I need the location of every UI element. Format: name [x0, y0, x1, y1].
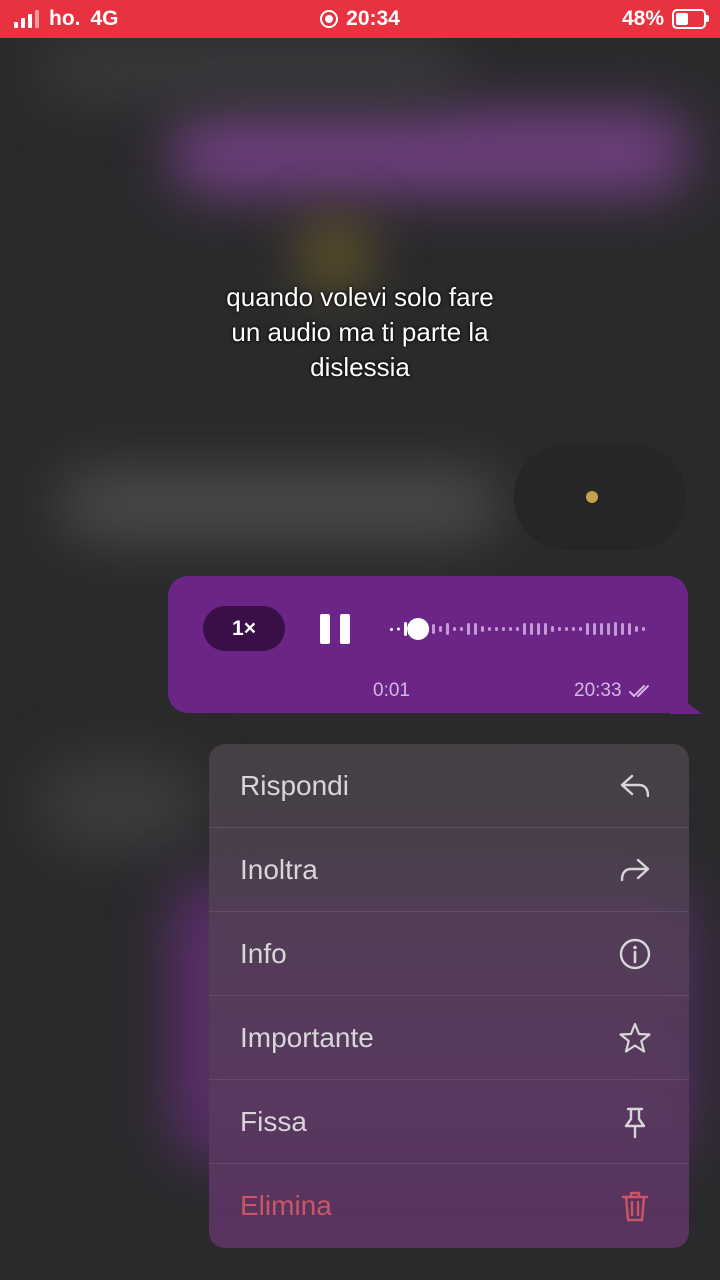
voice-message-bubble[interactable]: 1× 0:01 20:33 [168, 576, 688, 713]
menu-item-label: Elimina [240, 1190, 332, 1221]
battery-icon [672, 9, 709, 29]
audio-waveform-scrubber[interactable] [386, 614, 658, 644]
waveform-bar [621, 623, 624, 635]
menu-item-delete[interactable]: Elimina [209, 1164, 689, 1248]
pause-icon [320, 614, 330, 644]
forward-icon [620, 858, 650, 881]
waveform-bar [586, 623, 589, 635]
menu-item-label: Inoltra [240, 853, 318, 885]
waveform-bar [593, 623, 596, 635]
screen-recording-icon [320, 10, 339, 28]
waveform-bar [502, 627, 505, 631]
waveform-bar [565, 627, 568, 631]
waveform-bar [572, 627, 575, 631]
caption-line: dislessia [310, 352, 410, 382]
waveform-bar [488, 627, 491, 631]
menu-item-reply[interactable]: Rispondi [209, 744, 689, 828]
clock: 20:34 [346, 7, 400, 30]
video-caption: quando volevi solo fare un audio ma ti p… [160, 280, 560, 385]
menu-item-label: Info [240, 937, 287, 969]
waveform-bar [390, 628, 393, 631]
waveform-bar [397, 627, 400, 631]
pause-button[interactable] [320, 614, 350, 644]
reply-icon [620, 774, 650, 797]
caption-line: un audio ma ti parte la [231, 317, 489, 347]
trash-icon [621, 1191, 649, 1222]
scrubber-knob[interactable] [407, 618, 430, 640]
playback-speed-button[interactable]: 1× [203, 606, 285, 651]
waveform-bar [467, 623, 470, 635]
waveform-bar [460, 627, 463, 631]
double-check-icon [628, 685, 649, 698]
emoji-message-bubble [514, 444, 686, 550]
battery-percent: 48% [621, 7, 664, 30]
sent-time: 20:33 [574, 680, 622, 701]
message-timestamp: 20:33 [574, 680, 656, 702]
caption-line: quando volevi solo fare [226, 282, 494, 312]
waveform-bar [509, 627, 512, 631]
info-icon [619, 938, 651, 969]
menu-item-info[interactable]: Info [209, 912, 689, 996]
waveform-bar [551, 626, 554, 632]
pin-icon [624, 1107, 646, 1138]
waveform-bar [600, 623, 603, 635]
waveform-bar [628, 623, 631, 635]
waveform-bar [453, 627, 456, 631]
status-bar: ho. 4G 20:34 48% [0, 0, 720, 38]
star-icon [619, 1022, 651, 1053]
waveform-bar [481, 626, 484, 632]
waveform-bar [537, 623, 540, 635]
waveform-bar [404, 622, 407, 636]
message-context-menu: Rispondi Inoltra Info Importante Fissa E… [209, 744, 689, 1248]
menu-item-label: Importante [240, 1021, 374, 1053]
waveform-bar [642, 627, 645, 631]
waveform-bar [523, 623, 526, 635]
emoji-icon [586, 491, 598, 503]
waveform-bar [474, 623, 477, 635]
menu-item-pin[interactable]: Fissa [209, 1080, 689, 1164]
waveform-bar [558, 627, 561, 631]
waveform-bar [439, 626, 442, 632]
waveform-bar [432, 624, 435, 634]
waveform-bar [446, 623, 449, 635]
waveform-bar [544, 623, 547, 635]
waveform-bar [614, 622, 617, 636]
menu-item-label: Fissa [240, 1105, 307, 1137]
waveform-bar [516, 627, 519, 631]
menu-item-label: Rispondi [240, 769, 349, 801]
waveform-bar [635, 626, 638, 632]
menu-item-important[interactable]: Importante [209, 996, 689, 1080]
menu-item-forward[interactable]: Inoltra [209, 828, 689, 912]
waveform-bar [579, 627, 582, 631]
waveform-bar [607, 623, 610, 635]
waveform-bar [495, 627, 498, 631]
waveform-bar [530, 623, 533, 635]
playback-position: 0:01 [373, 680, 410, 701]
